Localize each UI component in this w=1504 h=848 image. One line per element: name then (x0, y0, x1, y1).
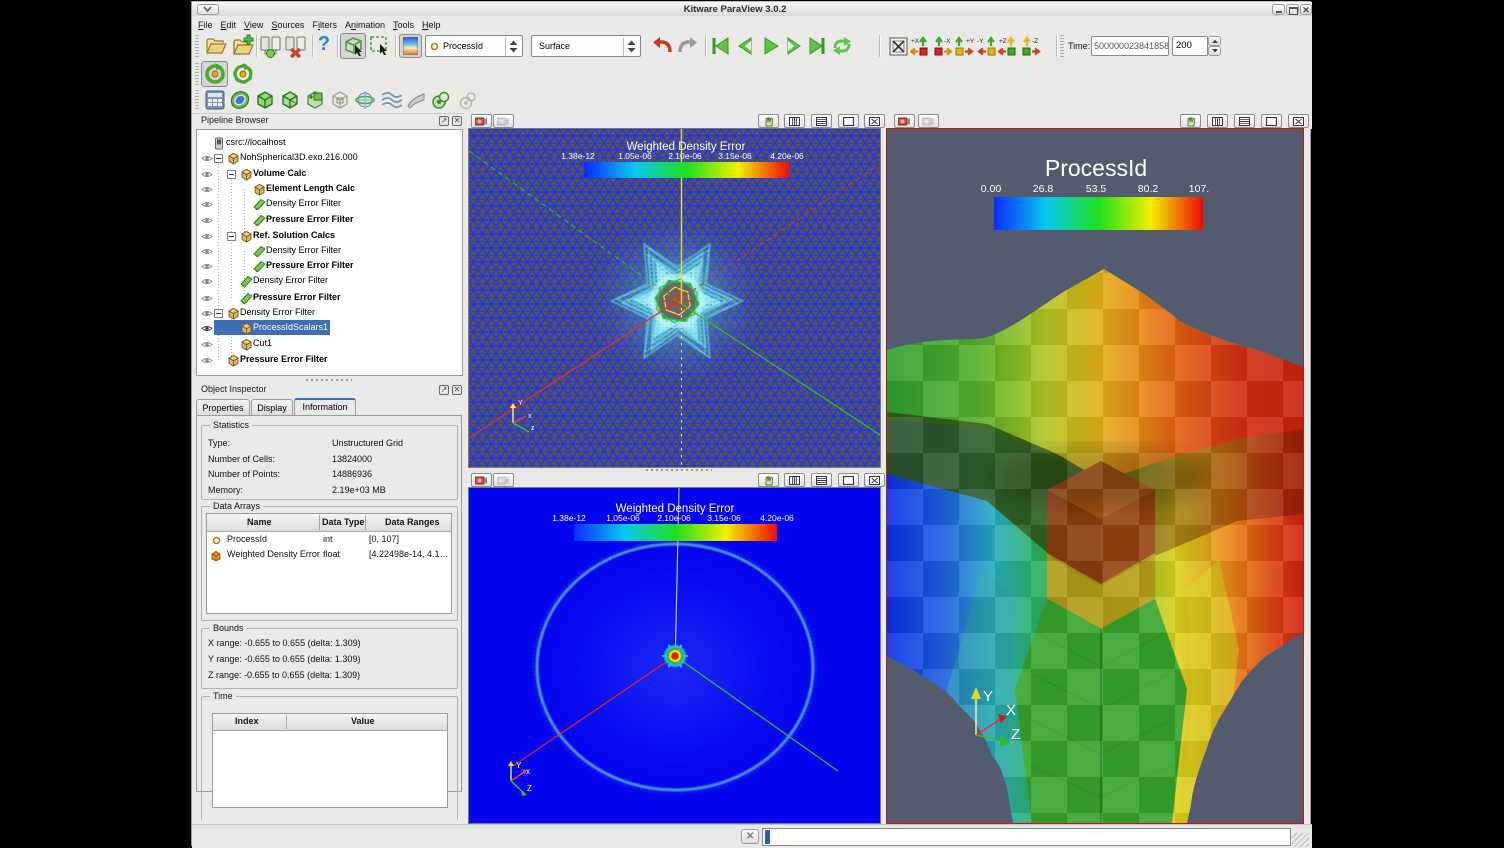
svg-text:2.10e-06: 2.10e-06 (668, 151, 702, 161)
svg-text:Y: Y (516, 761, 522, 770)
svg-text:-Z: -Z (1032, 38, 1038, 45)
svg-text:80.2: 80.2 (1138, 183, 1159, 195)
svg-text:26.8: 26.8 (1033, 183, 1054, 195)
svg-text:3.15e-06: 3.15e-06 (718, 151, 752, 161)
svg-text:Y: Y (518, 400, 523, 407)
svg-text:1.38e-12: 1.38e-12 (552, 513, 586, 523)
svg-text:ProcessId: ProcessId (1045, 155, 1147, 181)
svg-text:+Y: +Y (966, 38, 975, 45)
svg-text:107.: 107. (1189, 183, 1209, 195)
svg-text:X: X (1006, 702, 1016, 719)
svg-text:4.20e-06: 4.20e-06 (760, 513, 794, 523)
svg-text:x: x (528, 413, 532, 420)
svg-text:Z: Z (1011, 726, 1020, 743)
svg-text:3.15e-06: 3.15e-06 (707, 513, 741, 523)
svg-text:-X: -X (944, 38, 951, 45)
svg-text:1.38e-12: 1.38e-12 (561, 151, 595, 161)
svg-text:x: x (526, 767, 530, 776)
svg-text:1.05e-06: 1.05e-06 (618, 151, 652, 161)
svg-text:1.05e-06: 1.05e-06 (606, 513, 640, 523)
svg-text:4.20e-06: 4.20e-06 (770, 151, 804, 161)
svg-text:2.10e-06: 2.10e-06 (657, 513, 691, 523)
svg-text:53.5: 53.5 (1086, 183, 1107, 195)
svg-text:Y: Y (983, 688, 993, 705)
svg-text:+Z: +Z (999, 38, 1007, 45)
svg-text:-Y: -Y (977, 38, 984, 45)
svg-text:+X: +X (911, 38, 920, 45)
svg-text:Z: Z (527, 784, 532, 793)
svg-text:z: z (531, 425, 535, 432)
svg-text:0.00: 0.00 (981, 183, 1002, 195)
